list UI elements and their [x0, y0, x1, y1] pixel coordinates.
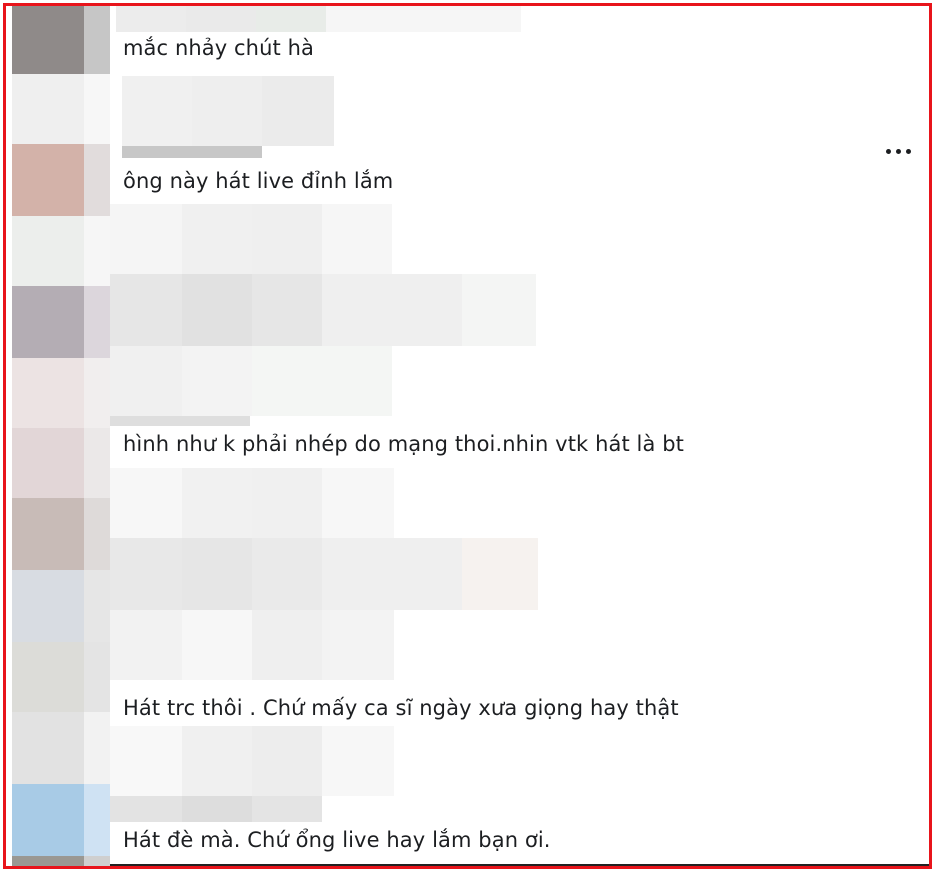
redacted-author-name — [182, 610, 252, 680]
redacted-author-name — [182, 468, 252, 538]
redacted-author-name — [182, 204, 252, 274]
redacted-author-name — [322, 274, 462, 346]
redacted-author-name — [252, 468, 322, 538]
avatar[interactable] — [12, 144, 84, 216]
avatar-edge — [84, 784, 110, 856]
redacted-author-name[interactable] — [110, 726, 182, 796]
redacted-author-name — [262, 76, 334, 146]
redacted-author-name — [182, 538, 252, 610]
redacted-author-name — [110, 796, 182, 822]
avatar — [12, 216, 84, 286]
redacted-author-name — [192, 76, 262, 146]
redacted-author-name — [110, 538, 182, 610]
avatar — [12, 358, 84, 428]
redacted-author-name — [462, 274, 536, 346]
redacted-author-name — [182, 796, 252, 822]
divider — [110, 864, 929, 866]
comment-text: Hát trc thôi . Chứ mấy ca sĩ ngày xưa gi… — [123, 696, 679, 720]
redacted-author-name — [122, 146, 262, 158]
comment-text: ông này hát live đỉnh lắm — [123, 169, 394, 193]
redacted-author-name — [322, 610, 394, 680]
avatar-edge — [84, 358, 110, 428]
avatar-edge — [84, 286, 110, 358]
more-horizontal-icon — [905, 148, 911, 154]
avatar-edge — [84, 498, 110, 570]
avatar[interactable] — [12, 6, 84, 74]
avatar — [12, 642, 84, 712]
redacted-author-name — [182, 726, 252, 796]
more-horizontal-icon — [895, 148, 901, 154]
redacted-author-name — [110, 416, 250, 426]
avatar-edge — [84, 6, 110, 74]
avatar — [12, 428, 84, 498]
redacted-author-name — [462, 538, 538, 610]
avatar-column — [12, 6, 110, 866]
avatar-edge — [84, 856, 110, 866]
comment-text: mắc nhảy chút hà — [123, 36, 314, 60]
more-options-button[interactable] — [878, 136, 918, 166]
comment-list-frame: mắc nhảy chút hà ông này hát live đỉnh l… — [3, 3, 932, 869]
redacted-author-name — [110, 610, 182, 680]
redacted-author-name[interactable] — [122, 76, 192, 146]
avatar — [12, 570, 84, 642]
comment-text: hình như k phải nhép do mạng thoi.nhin v… — [123, 432, 685, 456]
redacted-author-name — [252, 538, 322, 610]
avatar — [12, 856, 84, 866]
avatar-edge — [84, 712, 110, 784]
avatar-edge — [84, 428, 110, 498]
redacted-author-name — [322, 538, 462, 610]
avatar[interactable] — [12, 286, 84, 358]
avatar[interactable] — [12, 498, 84, 570]
redacted-author-name[interactable] — [110, 204, 182, 274]
redacted-author-name — [326, 6, 521, 32]
more-horizontal-icon — [885, 148, 891, 154]
avatar-edge — [84, 642, 110, 712]
redacted-author-name — [322, 726, 394, 796]
redacted-author-name — [186, 6, 256, 32]
avatar — [12, 74, 84, 144]
comment-text: Hát đè mà. Chứ ổng live hay lắm bạn ơi. — [123, 828, 551, 852]
avatar-edge — [84, 144, 110, 216]
redacted-author-name — [252, 204, 322, 274]
avatar — [12, 712, 84, 784]
redacted-author-name — [252, 610, 322, 680]
avatar-edge — [84, 74, 110, 144]
avatar-edge — [84, 570, 110, 642]
redacted-author-name — [252, 274, 322, 346]
redacted-author-name — [110, 346, 182, 416]
redacted-author-name — [322, 468, 394, 538]
redacted-author-name[interactable] — [110, 468, 182, 538]
redacted-author-name — [252, 346, 392, 416]
redacted-author-name — [256, 6, 326, 32]
avatar-edge — [84, 216, 110, 286]
redacted-author-name — [182, 346, 252, 416]
redacted-author-name — [182, 274, 252, 346]
redacted-author-name — [110, 274, 182, 346]
redacted-author-name[interactable] — [116, 6, 186, 32]
avatar[interactable] — [12, 784, 84, 856]
redacted-author-name — [252, 726, 322, 796]
redacted-author-name — [252, 796, 322, 822]
redacted-author-name — [322, 204, 392, 274]
